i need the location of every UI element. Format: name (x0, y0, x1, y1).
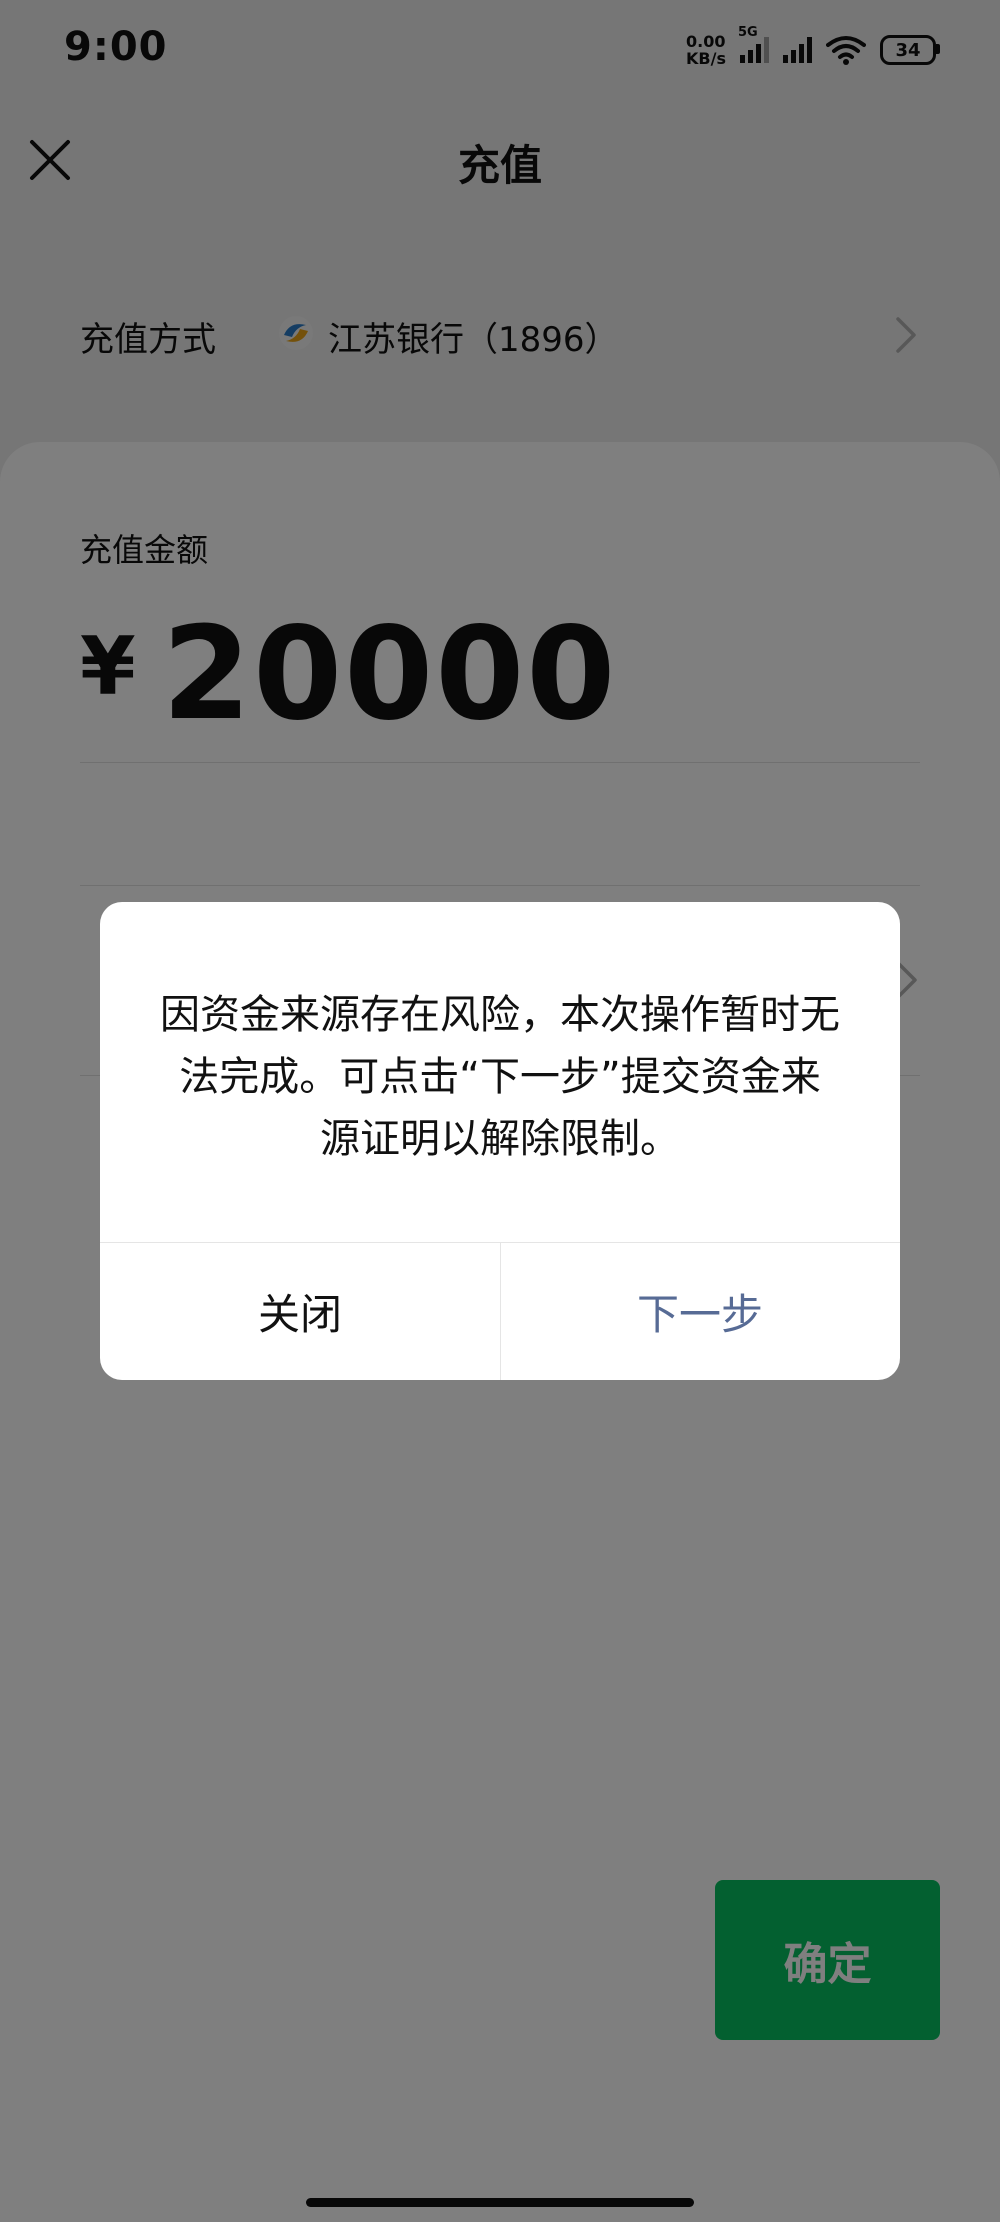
dialog-close-button[interactable]: 关闭 (100, 1243, 500, 1380)
dialog-next-step-button[interactable]: 下一步 (500, 1243, 900, 1380)
dialog-message: 因资金来源存在风险，本次操作暂时无法完成。可点击“下一步”提交资金来源证明以解除… (160, 992, 840, 1162)
risk-alert-dialog: 因资金来源存在风险，本次操作暂时无法完成。可点击“下一步”提交资金来源证明以解除… (100, 902, 900, 1380)
